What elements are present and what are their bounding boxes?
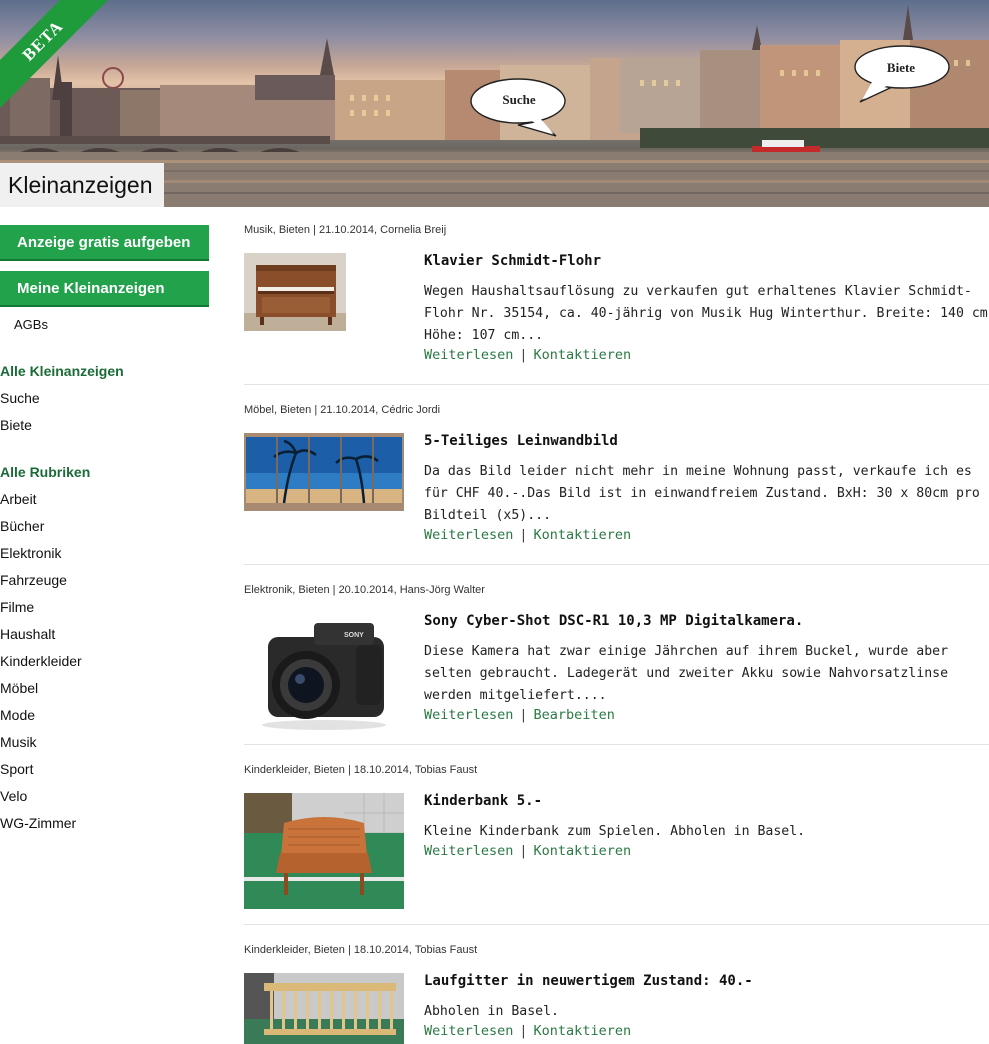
listing-thumbnail-piano[interactable]: [244, 253, 346, 331]
read-more-link[interactable]: Weiterlesen: [424, 1023, 513, 1039]
sidebar-item-kinderkleider[interactable]: Kinderkleider: [0, 653, 82, 669]
listing-title[interactable]: Laufgitter in neuwertigem Zustand: 40.-: [424, 973, 989, 989]
listing-description: Kleine Kinderbank zum Spielen. Abholen i…: [424, 824, 806, 839]
listing-item: Kinderkleider, Bieten | 18.10.2014, Tobi…: [244, 764, 989, 926]
listing-actions: Weiterlesen | Kontaktieren: [424, 527, 631, 543]
offer-speech-bubble[interactable]: Biete: [850, 44, 952, 104]
link-separator: |: [519, 347, 528, 363]
sidebar-item-biete[interactable]: Biete: [0, 417, 32, 433]
listing-thumbnail-bench[interactable]: [244, 793, 404, 909]
sidebar-item-suche[interactable]: Suche: [0, 390, 40, 406]
sidebar-item-filme[interactable]: Filme: [0, 599, 34, 615]
listing-item: Kinderkleider, Bieten | 18.10.2014, Tobi…: [244, 944, 989, 1044]
listing-description: Diese Kamera hat zwar einige Jährchen au…: [424, 644, 949, 703]
sidebar-item-fahrzeuge[interactable]: Fahrzeuge: [0, 572, 67, 588]
sidebar-item-musik[interactable]: Musik: [0, 734, 37, 750]
listing-title[interactable]: Kinderbank 5.-: [424, 793, 989, 809]
listing-title[interactable]: Sony Cyber-Shot DSC-R1 10,3 MP Digitalka…: [424, 613, 989, 629]
listing-description: Wegen Haushaltsauflösung zu verkaufen gu…: [424, 284, 988, 343]
contact-link[interactable]: Kontaktieren: [534, 843, 632, 859]
sidebar-item-arbeit[interactable]: Arbeit: [0, 491, 37, 507]
sidebar-item-elektronik[interactable]: Elektronik: [0, 545, 61, 561]
listing-actions: Weiterlesen | Kontaktieren: [424, 843, 631, 859]
listing-actions: Weiterlesen | Kontaktieren: [424, 347, 631, 363]
header-banner: BETA Suche Biete Kleinanzeigen: [0, 0, 989, 207]
listing-actions: Weiterlesen | Bearbeiten: [424, 707, 615, 723]
link-separator: |: [519, 1023, 528, 1039]
listing-thumbnail-camera[interactable]: SONY: [244, 615, 404, 733]
contact-link[interactable]: Kontaktieren: [534, 527, 632, 543]
listing-item: Musik, Bieten | 21.10.2014, Cornelia Bre…: [244, 224, 989, 386]
sidebar-item-wg-zimmer[interactable]: WG-Zimmer: [0, 815, 76, 831]
listing-title[interactable]: Klavier Schmidt-Flohr: [424, 253, 989, 269]
listing-divider: [244, 564, 989, 565]
link-separator: |: [519, 707, 528, 723]
sidebar-item-mode[interactable]: Mode: [0, 707, 35, 723]
listing-actions: Weiterlesen | Kontaktieren: [424, 1023, 631, 1039]
listing-divider: [244, 384, 989, 385]
my-ads-button[interactable]: Meine Kleinanzeigen: [0, 271, 209, 307]
sidebar-item-buecher[interactable]: Bücher: [0, 518, 44, 534]
listing-title[interactable]: 5-Teiliges Leinwandbild: [424, 433, 989, 449]
listing-meta: Elektronik, Bieten | 20.10.2014, Hans-Jö…: [244, 584, 485, 596]
sidebar-item-sport[interactable]: Sport: [0, 761, 33, 777]
camera-brand-text: SONY: [344, 632, 364, 639]
search-bubble-text: Suche: [502, 92, 536, 107]
contact-link[interactable]: Kontaktieren: [534, 1023, 632, 1039]
link-separator: |: [519, 527, 528, 543]
beta-label: BETA: [0, 0, 110, 110]
read-more-link[interactable]: Weiterlesen: [424, 527, 513, 543]
search-speech-bubble[interactable]: Suche: [468, 76, 570, 138]
listing-divider: [244, 924, 989, 925]
sidebar-item-velo[interactable]: Velo: [0, 788, 27, 804]
read-more-link[interactable]: Weiterlesen: [424, 707, 513, 723]
listing-meta: Kinderkleider, Bieten | 18.10.2014, Tobi…: [244, 944, 478, 956]
edit-link[interactable]: Bearbeiten: [534, 707, 615, 723]
listing-meta: Kinderkleider, Bieten | 18.10.2014, Tobi…: [244, 764, 478, 776]
listing-description: Da das Bild leider nicht mehr in meine W…: [424, 464, 980, 523]
listing-item: Möbel, Bieten | 21.10.2014, Cédric Jordi…: [244, 404, 989, 566]
beta-ribbon: BETA: [0, 0, 110, 110]
categories-heading: Alle Rubriken: [0, 464, 91, 480]
read-more-link[interactable]: Weiterlesen: [424, 347, 513, 363]
post-ad-button[interactable]: Anzeige gratis aufgeben: [0, 225, 209, 261]
sidebar-item-moebel[interactable]: Möbel: [0, 680, 38, 696]
page-title: Kleinanzeigen: [0, 163, 164, 207]
listing-description: Abholen in Basel.: [424, 1004, 559, 1019]
listing-item: Elektronik, Bieten | 20.10.2014, Hans-Jö…: [244, 584, 989, 746]
listing-meta: Musik, Bieten | 21.10.2014, Cornelia Bre…: [244, 224, 447, 236]
listing-divider: [244, 744, 989, 745]
sidebar-item-haushalt[interactable]: Haushalt: [0, 626, 55, 642]
contact-link[interactable]: Kontaktieren: [534, 347, 632, 363]
all-ads-heading: Alle Kleinanzeigen: [0, 363, 124, 379]
listing-thumbnail-playpen[interactable]: [244, 973, 404, 1044]
listing-meta: Möbel, Bieten | 21.10.2014, Cédric Jordi: [244, 404, 441, 416]
agb-link[interactable]: AGBs: [14, 317, 48, 332]
read-more-link[interactable]: Weiterlesen: [424, 843, 513, 859]
offer-bubble-text: Biete: [886, 60, 916, 75]
link-separator: |: [519, 843, 528, 859]
listing-thumbnail-canvas[interactable]: [244, 433, 404, 511]
